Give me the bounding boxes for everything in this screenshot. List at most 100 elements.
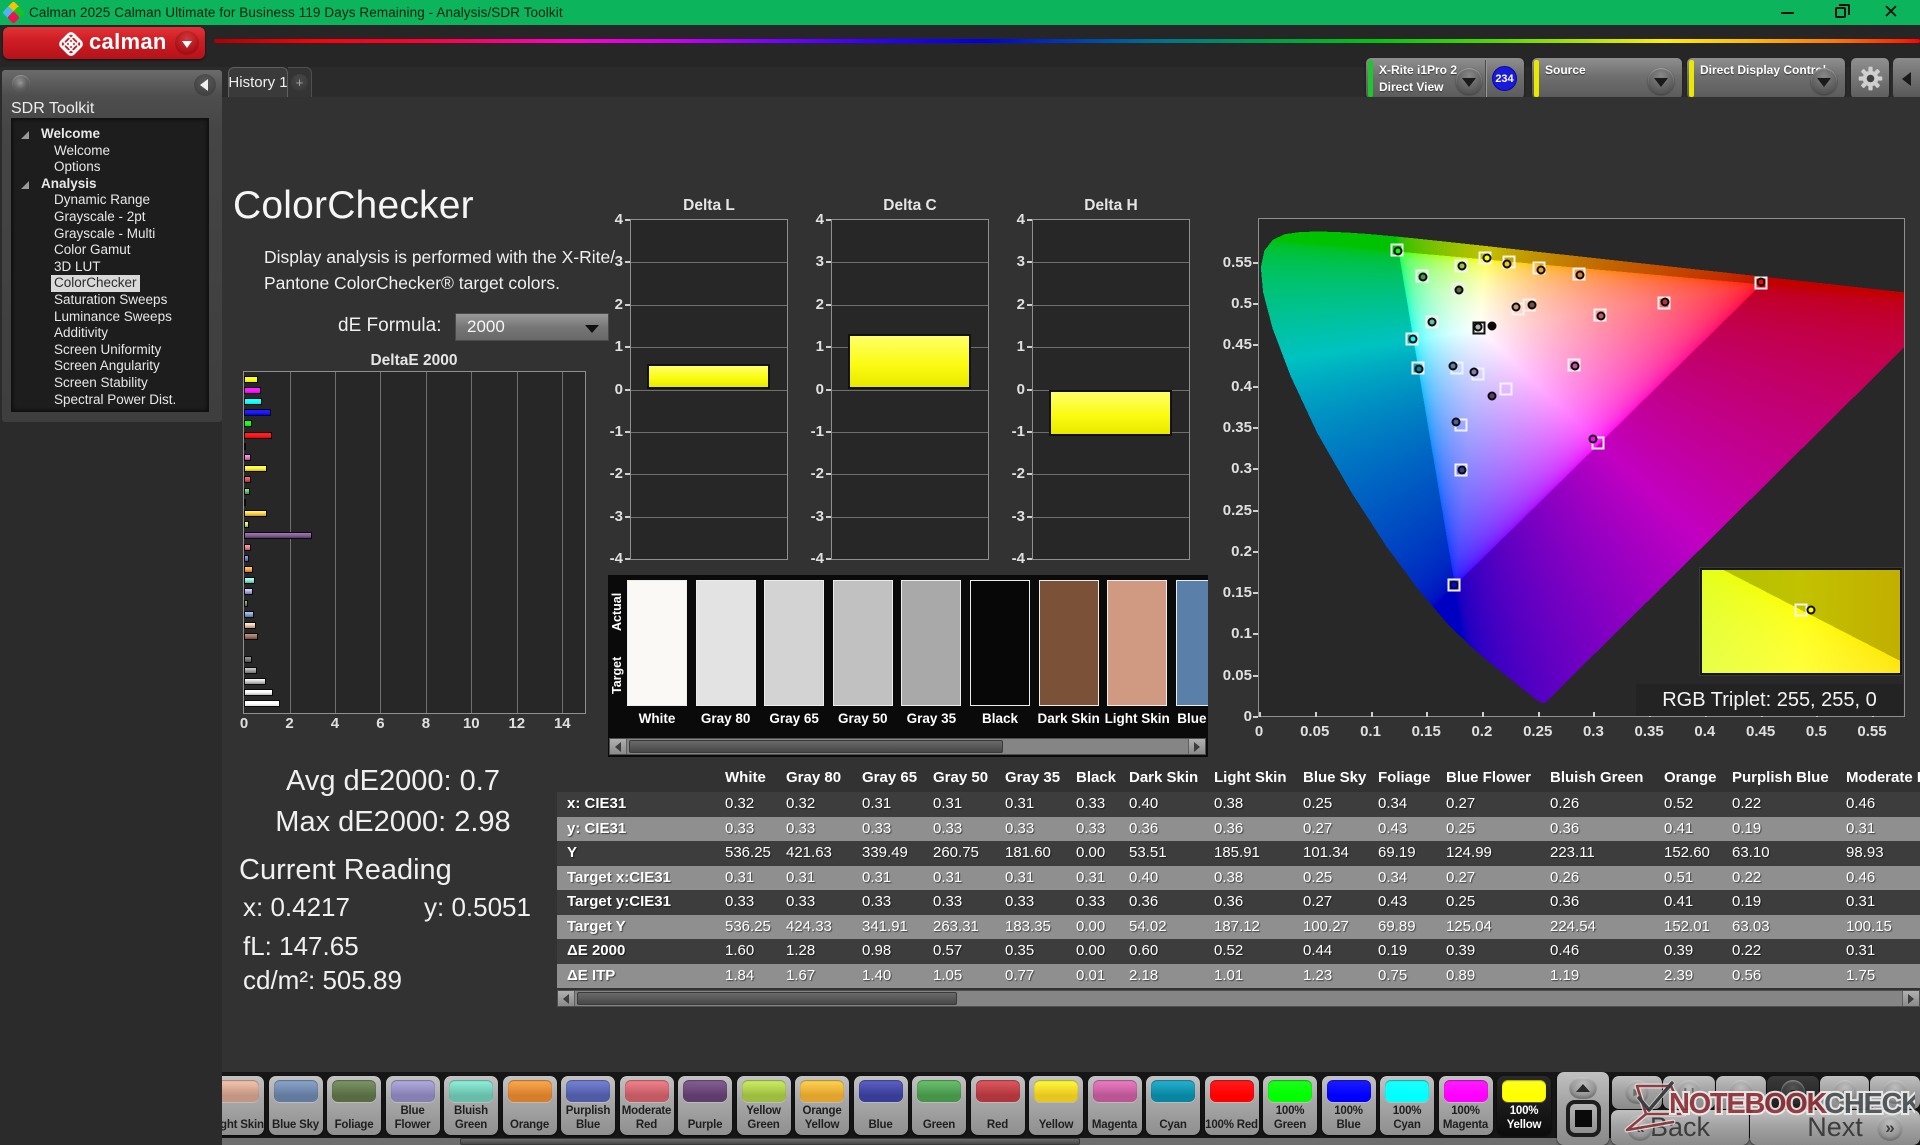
scrollbar-thumb[interactable] xyxy=(629,740,1003,753)
patch-button-blue-flower[interactable]: Blue Flower xyxy=(385,1076,440,1135)
table-cell: 536.25 xyxy=(725,917,771,935)
table-cell: 0.19 xyxy=(1732,819,1762,837)
tree-item-dynamic-range[interactable]: Dynamic Range xyxy=(12,192,208,209)
patch-button-blue[interactable]: Blue xyxy=(853,1076,908,1135)
patch-button-100-blue[interactable]: 100% Blue xyxy=(1321,1076,1376,1135)
table-cell: 0.00 xyxy=(1076,942,1106,959)
toolbar-collapse-button[interactable] xyxy=(1893,58,1920,99)
table-scrollbar[interactable] xyxy=(557,990,1920,1007)
table-cell: 0.36 xyxy=(1550,893,1580,910)
back-button[interactable]: « Back xyxy=(1611,1110,1749,1145)
meter-dropdown-arrow[interactable] xyxy=(1456,68,1482,94)
max-de2000-stat: Max dE2000: 2.98 xyxy=(275,806,511,838)
patch-button-100-green[interactable]: 100% Green xyxy=(1263,1076,1317,1135)
patch-button-bluish-green[interactable]: Bluish Green xyxy=(444,1076,498,1135)
tree-item-spectral-power-dist-[interactable]: Spectral Power Dist. xyxy=(12,392,208,409)
tree-item-grayscale-multi[interactable]: Grayscale - Multi xyxy=(12,226,208,243)
table-cell: 421.63 xyxy=(786,844,832,861)
deltae-bar-yellow-green xyxy=(244,521,249,529)
patch-button-orange-yellow[interactable]: Orange Yellow xyxy=(795,1076,849,1135)
tree-item-luminance-sweeps[interactable]: Luminance Sweeps xyxy=(12,309,208,326)
tree-item-screen-uniformity[interactable]: Screen Uniformity xyxy=(12,342,208,359)
table-cell: 0.46 xyxy=(1846,868,1876,886)
deltae-bar-100-cyan xyxy=(244,397,263,405)
patch-button-foliage[interactable]: Foliage xyxy=(327,1076,381,1135)
de-formula-dropdown[interactable]: 2000 xyxy=(455,313,609,341)
patch-button-100-cyan[interactable]: 100% Cyan xyxy=(1380,1076,1434,1135)
swatch-scrollbar[interactable] xyxy=(609,738,1206,755)
patch-button-cyan[interactable]: Cyan xyxy=(1146,1076,1200,1135)
patch-button-yellow-green[interactable]: Yellow Green xyxy=(736,1076,791,1135)
patch-button-100-red[interactable]: 100% Red xyxy=(1204,1076,1259,1135)
scrollbar-thumb[interactable] xyxy=(577,992,957,1005)
patch-button-blue-sky[interactable]: Blue Sky xyxy=(268,1076,323,1135)
sidebar-pin-button[interactable] xyxy=(12,75,30,93)
tree-item-options[interactable]: Options xyxy=(12,159,208,176)
patch-button-orange[interactable]: Orange xyxy=(502,1076,557,1135)
more-button[interactable]: ● xyxy=(1870,1076,1920,1109)
patch-button-100-magenta[interactable]: 100% Magenta xyxy=(1438,1076,1493,1135)
tree-item-saturation-sweeps[interactable]: Saturation Sweeps xyxy=(12,292,208,309)
settings-button[interactable] xyxy=(1851,58,1889,99)
meter-count-badge[interactable]: 234 xyxy=(1492,66,1517,91)
scroll-left-arrow[interactable] xyxy=(610,739,627,754)
swatch-label: Blue Sky xyxy=(1177,711,1208,726)
chevron-left-icon xyxy=(200,79,208,91)
patch-button-red[interactable]: Red xyxy=(970,1076,1025,1135)
table-cell: 0.31 xyxy=(1076,868,1106,886)
tree-item-3d-lut[interactable]: 3D LUT xyxy=(12,259,208,276)
calman-logo-button[interactable]: calman xyxy=(3,27,205,59)
tree-item-colorchecker[interactable]: ColorChecker xyxy=(12,275,208,292)
table-cell: 0.32 xyxy=(786,795,816,812)
patch-button-yellow[interactable]: Yellow xyxy=(1029,1076,1083,1135)
deltae-bar-foliage xyxy=(244,599,249,607)
tree-item-welcome[interactable]: Welcome xyxy=(12,143,208,160)
read-series-button[interactable]: ❙❙ xyxy=(1663,1076,1715,1109)
scroll-right-arrow[interactable] xyxy=(1902,991,1919,1006)
next-button[interactable]: Next » xyxy=(1750,1110,1920,1145)
tree-item-screen-stability[interactable]: Screen Stability xyxy=(12,375,208,392)
patch-button-purplish-blue[interactable]: Purplish Blue xyxy=(561,1076,615,1135)
meter-dropdown[interactable]: X-Rite i1Pro 2 Direct View 234 xyxy=(1366,58,1524,99)
meter-mode: Direct View xyxy=(1379,80,1444,94)
close-button[interactable]: ✕ xyxy=(1868,0,1914,25)
tree-section-welcome[interactable]: Welcome xyxy=(12,126,208,143)
patch-button-magenta[interactable]: Magenta xyxy=(1087,1076,1142,1135)
source-dropdown[interactable]: Source xyxy=(1532,58,1682,99)
scroll-left-arrow[interactable] xyxy=(558,991,575,1006)
maximize-button[interactable] xyxy=(1817,0,1863,25)
patch-button-moderate-red[interactable]: Moderate Red xyxy=(619,1076,674,1135)
capture-button[interactable]: ● xyxy=(1820,1076,1869,1109)
source-dropdown-arrow[interactable] xyxy=(1648,68,1674,94)
deltae-bar-100-blue xyxy=(244,409,272,417)
table-cell: 0.52 xyxy=(1214,942,1244,959)
expand-strip-button[interactable] xyxy=(1569,1077,1597,1099)
sidebar-collapse-button[interactable] xyxy=(194,74,216,96)
patch-button-light-skin[interactable]: Light Skin xyxy=(222,1076,264,1135)
table-row-label: ΔE ITP xyxy=(567,966,616,984)
scroll-right-arrow[interactable] xyxy=(1188,739,1205,754)
calman-menu-dropdown[interactable] xyxy=(175,31,199,55)
table-cell: 0.33 xyxy=(1076,795,1106,812)
patch-button-100-yellow[interactable]: 100% Yellow xyxy=(1497,1076,1551,1135)
tree-item-grayscale-2pt[interactable]: Grayscale - 2pt xyxy=(12,209,208,226)
tab-history-1[interactable]: History 1 xyxy=(228,67,288,97)
add-tab-button[interactable]: + xyxy=(288,67,312,97)
display-control-dropdown[interactable]: Direct Display Control xyxy=(1687,58,1845,99)
tree-item-additivity[interactable]: Additivity xyxy=(12,325,208,342)
patch-button-purple[interactable]: Purple xyxy=(678,1076,732,1135)
cie-inset-canvas xyxy=(1702,570,1900,673)
minimize-button[interactable] xyxy=(1764,0,1810,25)
read-button[interactable]: ▶ xyxy=(1612,1076,1662,1109)
tree-item-color-gamut[interactable]: Color Gamut xyxy=(12,242,208,259)
patch-button-green[interactable]: Green xyxy=(912,1076,966,1135)
scrollbar-thumb[interactable] xyxy=(460,1138,1080,1145)
table-cell: 0.39 xyxy=(1446,942,1476,959)
read-loop-button[interactable]: ■ xyxy=(1767,1076,1819,1109)
stop-measure-button[interactable] xyxy=(1566,1100,1601,1137)
display-control-dropdown-arrow[interactable] xyxy=(1811,68,1837,94)
tree-section-analysis[interactable]: Analysis xyxy=(12,176,208,193)
tree-item-screen-angularity[interactable]: Screen Angularity xyxy=(12,358,208,375)
table-cell: 260.75 xyxy=(933,844,979,861)
read-continuous-button[interactable]: ∞ xyxy=(1716,1076,1766,1109)
